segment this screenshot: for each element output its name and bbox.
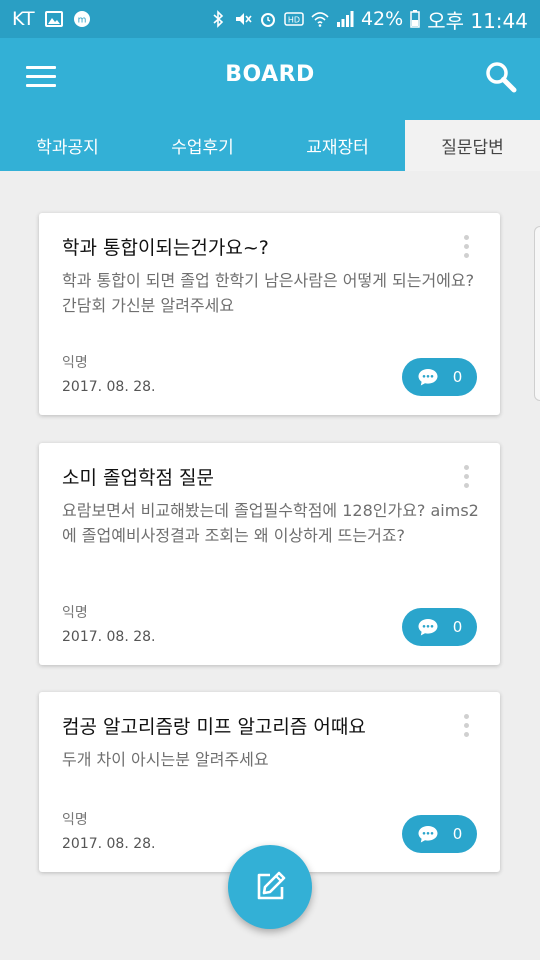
svg-text:m: m <box>77 16 86 26</box>
app-title: BOARD <box>225 62 315 87</box>
more-options-icon[interactable] <box>460 235 472 263</box>
post-card[interactable]: 소미 졸업학점 질문 요람보면서 비교해봤는데 졸업필수학점에 128인가요? … <box>39 443 500 665</box>
carrier-label: KT <box>12 8 35 30</box>
comment-count-button[interactable]: 0 <box>402 358 477 396</box>
tab-department-notice[interactable]: 학과공지 <box>0 120 135 171</box>
comment-count: 0 <box>452 825 463 843</box>
comment-count: 0 <box>452 618 463 636</box>
post-author: 익명 <box>62 605 88 621</box>
post-author: 익명 <box>62 812 88 828</box>
bluetooth-icon <box>213 10 224 28</box>
post-body: 두개 차이 아시는분 알려주세요 <box>62 750 269 769</box>
mute-icon <box>235 13 252 25</box>
battery-percent: 42% <box>360 8 404 30</box>
status-bar: KT m HD 42% 오후 11:44 <box>0 0 540 38</box>
alarm-icon <box>260 13 275 27</box>
comment-bubble-icon <box>418 826 438 843</box>
edit-pencil-icon <box>257 871 286 900</box>
scroll-edge-indicator <box>534 226 540 401</box>
search-icon[interactable] <box>484 60 518 94</box>
tab-textbook-market[interactable]: 교재장터 <box>270 120 405 171</box>
tab-class-reviews[interactable]: 수업후기 <box>135 120 270 171</box>
post-title: 소미 졸업학점 질문 <box>62 467 214 489</box>
post-author: 익명 <box>62 355 88 371</box>
post-date: 2017. 08. 28. <box>62 836 156 852</box>
post-body: 학과 통합이 되면 졸업 한학기 남은사람은 어떻게 되는거에요? 간담회 가신… <box>62 271 475 315</box>
post-date: 2017. 08. 28. <box>62 629 156 645</box>
wifi-icon <box>311 12 329 27</box>
write-post-button[interactable] <box>228 845 312 929</box>
clock: 오후 11:44 <box>427 8 528 33</box>
signal-icon <box>336 11 354 27</box>
post-card[interactable]: 학과 통합이되는건가요~? 학과 통합이 되면 졸업 한학기 남은사람은 어떻게… <box>39 213 500 415</box>
tab-qna[interactable]: 질문답변 <box>405 120 540 171</box>
category-tabs: 학과공지 수업후기 교재장터 질문답변 <box>0 120 540 171</box>
comment-bubble-icon <box>418 369 438 386</box>
post-title: 학과 통합이되는건가요~? <box>62 237 269 259</box>
hd-icon: HD <box>284 12 304 26</box>
post-date: 2017. 08. 28. <box>62 379 156 395</box>
app-bar: BOARD <box>0 38 540 120</box>
post-body: 요람보면서 비교해봤는데 졸업필수학점에 128인가요? aims2에 졸업예비… <box>62 501 479 545</box>
comment-count-button[interactable]: 0 <box>402 608 477 646</box>
comment-count: 0 <box>452 368 463 386</box>
app-notification-icon: m <box>73 11 90 27</box>
battery-icon <box>410 10 420 28</box>
post-title: 컴공 알고리즘랑 미프 알고리즘 어때요 <box>62 716 366 738</box>
svg-text:HD: HD <box>288 16 300 25</box>
more-options-icon[interactable] <box>460 714 472 742</box>
more-options-icon[interactable] <box>460 465 472 493</box>
comment-bubble-icon <box>418 619 438 636</box>
comment-count-button[interactable]: 0 <box>402 815 477 853</box>
gallery-icon <box>44 11 63 27</box>
